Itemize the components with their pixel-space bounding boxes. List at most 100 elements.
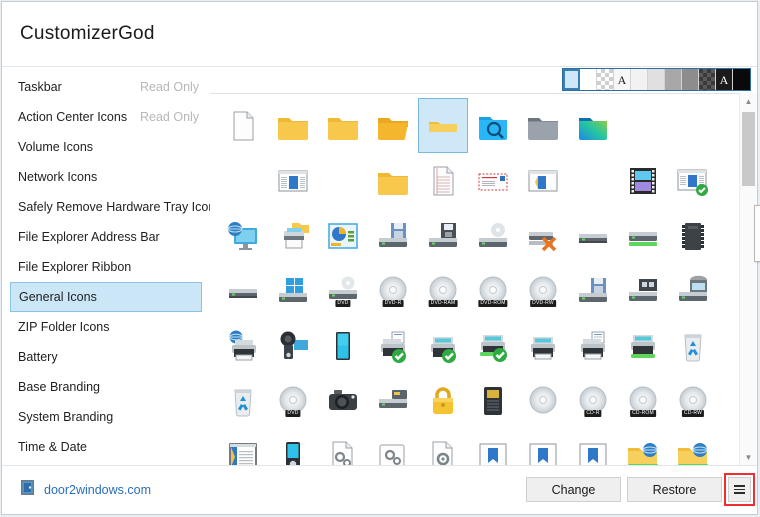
swatch-light-blue[interactable] [563, 69, 580, 90]
icon-cell-drive-floppy-3[interactable] [568, 263, 618, 318]
icon-cell-disc-cd-rw[interactable]: CD-RW [668, 373, 718, 428]
restore-button[interactable]: Restore [627, 477, 722, 502]
icon-cell-film-strip[interactable] [618, 153, 668, 208]
icon-cell-network-printer[interactable] [218, 318, 268, 373]
change-button[interactable]: Change [526, 477, 621, 502]
icon-cell-printer-doc[interactable] [568, 318, 618, 373]
vertical-scrollbar[interactable]: ▲ ▼ [739, 93, 757, 466]
sidebar-item-zip-folder-icons[interactable]: ZIP Folder Icons [10, 312, 202, 342]
icon-cell-network-computer[interactable] [218, 208, 268, 263]
icon-cell-drive-disconnected[interactable] [518, 208, 568, 263]
icon-cell-drive-dvd[interactable]: DVD [318, 263, 368, 318]
sidebar-item-file-explorer-address-bar[interactable]: File Explorer Address Bar [10, 222, 202, 252]
icon-cell-bookmark-image-3[interactable] [568, 428, 618, 466]
sidebar-item-volume-icons[interactable]: Volume Icons [10, 132, 202, 162]
sidebar-item-action-center-icons[interactable]: Action Center Icons Read Only [10, 102, 202, 132]
icon-cell-folder-gray[interactable] [518, 98, 568, 153]
swatch-checker-dark[interactable] [699, 69, 716, 90]
icon-cell-printer-green[interactable] [618, 318, 668, 373]
icon-cell-window-preview[interactable] [268, 153, 318, 208]
icon-cell-disc-cd-rom[interactable]: CD-ROM [618, 373, 668, 428]
icon-cell-printer-ok[interactable] [418, 318, 468, 373]
sidebar-item-base-branding[interactable]: Base Branding [10, 372, 202, 402]
icon-cell-window-document[interactable] [518, 153, 568, 208]
icon-cell-drive-disc[interactable] [468, 208, 518, 263]
sidebar[interactable]: Taskbar Read Only Action Center Icons Read … [2, 67, 210, 466]
icon-cell-folder-teal[interactable] [568, 98, 618, 153]
icon-cell-printer-folder[interactable] [268, 208, 318, 263]
icon-cell-folder-web[interactable] [618, 428, 668, 466]
swatch-black[interactable] [733, 69, 750, 90]
icon-cell-document-settings[interactable] [318, 428, 368, 466]
icon-cell-disc-dvd-rw[interactable]: DVD-RW [518, 263, 568, 318]
icon-cell-camera[interactable] [318, 373, 368, 428]
icon-cell-recycle-bin-full[interactable] [668, 318, 718, 373]
icon-cell-printer-green-ok[interactable] [468, 318, 518, 373]
swatch-white[interactable] [580, 69, 597, 90]
sidebar-item-general-icons[interactable]: General Icons [10, 282, 202, 312]
icon-cell-folder-open[interactable] [368, 98, 418, 153]
swatch-dark-gray[interactable] [682, 69, 699, 90]
icon-cell-document-gear[interactable] [418, 428, 468, 466]
icon-cell-folder-closed[interactable] [268, 98, 318, 153]
website-link[interactable]: door2windows.com [19, 479, 151, 501]
icon-cell-camcorder[interactable] [268, 318, 318, 373]
icon-cell-drive-green-bar[interactable] [618, 208, 668, 263]
icon-cell-disc-dvd-drive[interactable]: DVD [268, 373, 318, 428]
swatch-black-a[interactable]: A [716, 69, 733, 90]
sidebar-item-time-date[interactable]: Time & Date [10, 432, 202, 462]
swatch-white-a[interactable]: A [614, 69, 631, 90]
sidebar-item-file-explorer-ribbon[interactable]: File Explorer Ribbon [10, 252, 202, 282]
icon-cell-printer-fax-ok[interactable] [368, 318, 418, 373]
icon-cell-drive-floppy[interactable] [368, 208, 418, 263]
sidebar-item-taskbar[interactable]: Taskbar Read Only [10, 72, 202, 102]
icon-cell-folder-web-2[interactable] [668, 428, 718, 466]
swatch-near-white[interactable] [631, 69, 648, 90]
icon-cell-memory-card[interactable] [468, 373, 518, 428]
icon-cell-drive-plain[interactable] [568, 208, 618, 263]
icon-cell-blank-document[interactable] [218, 98, 268, 153]
icon-cell-drive-plain-2[interactable] [218, 263, 268, 318]
swatch-light-gray[interactable] [648, 69, 665, 90]
icon-grid-area[interactable]: DVD DVD-R DVD-RAM DVD-ROM DVD-RW DVD CD-R CD-RO… [210, 93, 757, 466]
background-swatch-bar[interactable]: AA [562, 68, 751, 91]
icon-cell-drive-tape[interactable] [618, 263, 668, 318]
scrollbar-thumb[interactable] [742, 112, 755, 186]
icon-cell-folder-search[interactable] [468, 98, 518, 153]
icon-cell-lock-padlock[interactable] [418, 373, 468, 428]
menu-button[interactable] [728, 477, 751, 502]
sidebar-item-battery[interactable]: Battery [10, 342, 202, 372]
scroll-down-arrow[interactable]: ▼ [740, 449, 757, 466]
icon-cell-recycle-bin[interactable] [218, 373, 268, 428]
icon-cell-book-document[interactable] [218, 428, 268, 466]
icon-cell-bookmark-image[interactable] [468, 428, 518, 466]
sidebar-item-network-icons[interactable]: Network Icons [10, 162, 202, 192]
scroll-up-arrow[interactable]: ▲ [740, 93, 757, 110]
icon-cell-disc-dvd-rom[interactable]: DVD-ROM [468, 263, 518, 318]
icon-cell-memory-chip[interactable] [668, 208, 718, 263]
icon-cell-drive-floppy-2[interactable] [418, 208, 468, 263]
icon-cell-disc-dvd-ram[interactable]: DVD-RAM [418, 263, 468, 318]
icon-cell-drive-backup[interactable] [668, 263, 718, 318]
sidebar-item-system-branding[interactable]: System Branding [10, 402, 202, 432]
icon-cell-media-player[interactable] [268, 428, 318, 466]
icon-cell-drive-windows[interactable] [268, 263, 318, 318]
icon-cell-mail-envelope[interactable] [468, 153, 518, 208]
swatch-mid-gray[interactable] [665, 69, 682, 90]
icon-cell-bookmark-image-2[interactable] [518, 428, 568, 466]
icon-cell-disc-cd-r[interactable]: CD-R [568, 373, 618, 428]
icon-cell-text-document[interactable] [418, 153, 468, 208]
icon-cell-folder-closed-3[interactable] [368, 153, 418, 208]
icon-cell-folder-closed-2[interactable] [318, 98, 368, 153]
icon-cell-folder-generic-selected[interactable] [418, 98, 468, 153]
icon-cell-disc-dvd-r[interactable]: DVD-R [368, 263, 418, 318]
icon-cell-drive-card[interactable] [368, 373, 418, 428]
icon-cell-window-check[interactable] [668, 153, 718, 208]
icon-cell-printer-plain[interactable] [518, 318, 568, 373]
icon-cell-disc-blank[interactable] [518, 373, 568, 428]
icon-cell-presentation-app[interactable] [318, 208, 368, 263]
icon-cell-folder-settings[interactable] [368, 428, 418, 466]
sidebar-item-safely-remove-hardware-tray-icon[interactable]: Safely Remove Hardware Tray Icon [10, 192, 210, 222]
swatch-checker[interactable] [597, 69, 614, 90]
icon-cell-mobile-screen[interactable] [318, 318, 368, 373]
